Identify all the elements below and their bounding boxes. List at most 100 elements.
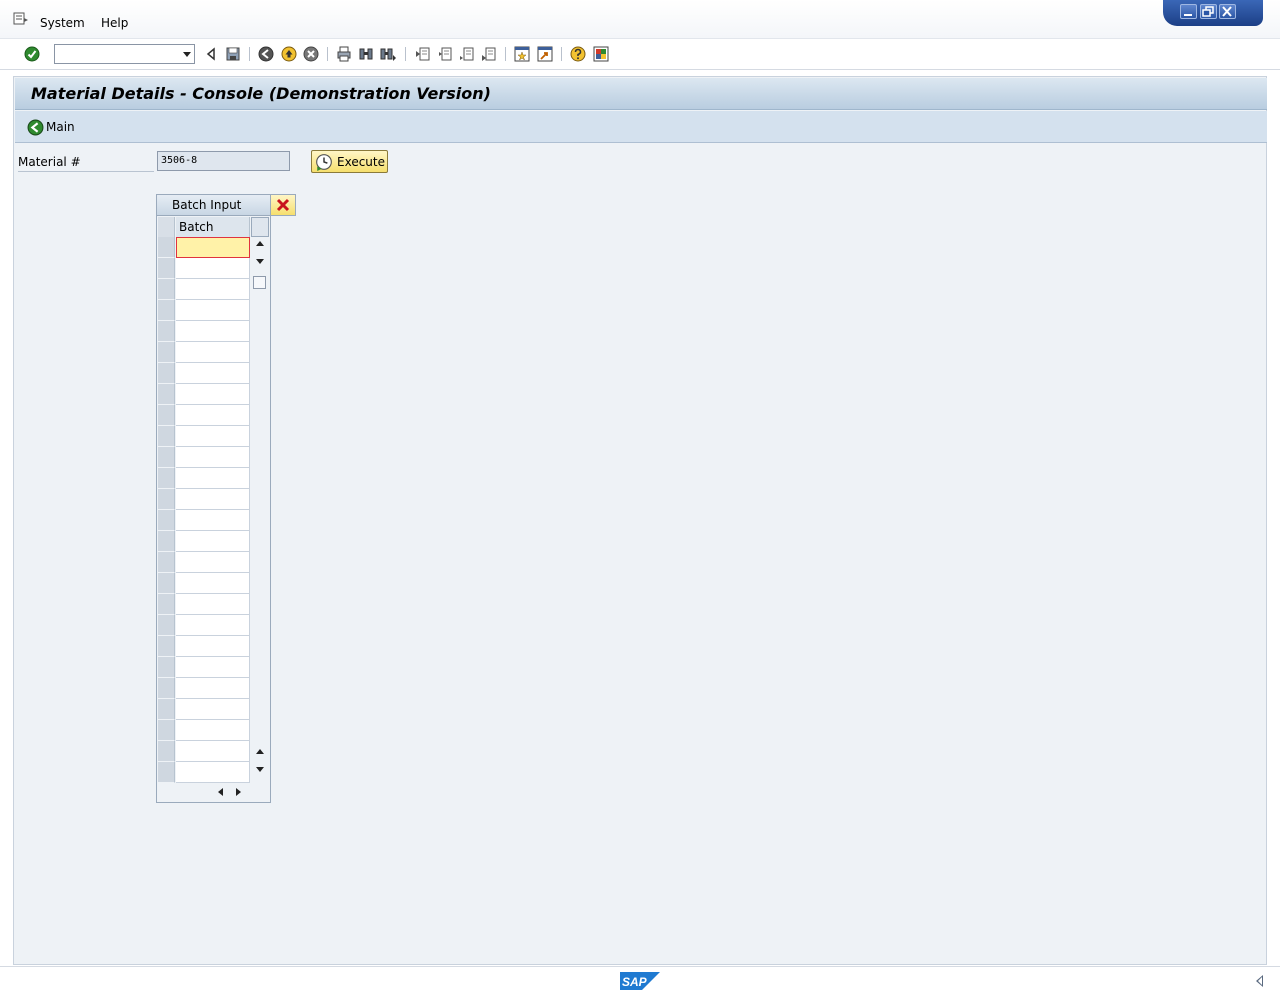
- row-selector[interactable]: [158, 510, 175, 531]
- help-icon[interactable]: [570, 46, 586, 62]
- row-selector[interactable]: [158, 531, 175, 552]
- create-session-icon[interactable]: [514, 46, 530, 62]
- menu-window-icon[interactable]: [13, 12, 29, 26]
- status-toggle-icon[interactable]: [1256, 975, 1263, 987]
- batch-cell[interactable]: [176, 552, 250, 573]
- shortcut-icon[interactable]: [537, 46, 553, 62]
- batch-cell[interactable]: [176, 363, 250, 384]
- batch-cell[interactable]: [176, 279, 250, 300]
- batch-cell[interactable]: [176, 678, 250, 699]
- back-icon[interactable]: [258, 46, 274, 62]
- batch-cell[interactable]: [176, 699, 250, 720]
- page-down-icon[interactable]: [256, 767, 264, 772]
- batch-cell[interactable]: [176, 510, 250, 531]
- row-selector[interactable]: [158, 363, 175, 384]
- horizontal-scrollbar[interactable]: [176, 784, 250, 801]
- scroll-right-icon[interactable]: [236, 788, 241, 796]
- delete-rows-button[interactable]: [270, 194, 296, 216]
- batch-cell[interactable]: [176, 468, 250, 489]
- row-selector[interactable]: [158, 636, 175, 657]
- save-icon[interactable]: [225, 46, 241, 62]
- row-selector[interactable]: [158, 762, 175, 783]
- close-button[interactable]: [1219, 4, 1236, 19]
- row-selector[interactable]: [158, 720, 175, 741]
- table-settings-button[interactable]: [251, 217, 269, 237]
- chevron-down-icon[interactable]: [183, 52, 191, 57]
- row-selector[interactable]: [158, 615, 175, 636]
- row-selector[interactable]: [158, 657, 175, 678]
- customize-layout-icon[interactable]: [593, 46, 609, 62]
- row-selector[interactable]: [158, 573, 175, 594]
- row-selector[interactable]: [158, 552, 175, 573]
- row-selector[interactable]: [158, 447, 175, 468]
- select-all-cell[interactable]: [158, 217, 175, 237]
- batch-cell[interactable]: [176, 489, 250, 510]
- batch-cell[interactable]: [176, 405, 250, 426]
- first-page-icon[interactable]: [415, 46, 431, 62]
- execute-button[interactable]: Execute: [311, 150, 388, 173]
- batch-cell[interactable]: [176, 741, 250, 762]
- row-selector[interactable]: [158, 678, 175, 699]
- batch-cell[interactable]: [176, 447, 250, 468]
- batch-cell[interactable]: [176, 636, 250, 657]
- column-header-batch[interactable]: Batch: [176, 217, 250, 237]
- batch-cell[interactable]: [176, 237, 250, 258]
- row-selector[interactable]: [158, 384, 175, 405]
- row-selector[interactable]: [158, 741, 175, 762]
- main-button[interactable]: Main: [27, 118, 75, 136]
- row-selector[interactable]: [158, 426, 175, 447]
- exit-icon[interactable]: [281, 46, 297, 62]
- row-selector[interactable]: [158, 237, 175, 258]
- batch-cell[interactable]: [176, 657, 250, 678]
- menu-system[interactable]: System: [40, 16, 85, 30]
- batch-cell[interactable]: [176, 258, 250, 279]
- batch-cell[interactable]: [176, 594, 250, 615]
- row-selector[interactable]: [158, 321, 175, 342]
- row-selector[interactable]: [158, 342, 175, 363]
- row-selector[interactable]: [158, 594, 175, 615]
- batch-cell[interactable]: [176, 426, 250, 447]
- next-page-icon[interactable]: [459, 46, 475, 62]
- row-selector[interactable]: [158, 279, 175, 300]
- batch-cell[interactable]: [176, 321, 250, 342]
- row-selector[interactable]: [158, 489, 175, 510]
- scroll-thumb[interactable]: [253, 276, 266, 289]
- material-label: Material #: [18, 154, 154, 172]
- restore-button[interactable]: [1200, 4, 1217, 19]
- minimize-icon: [1184, 14, 1192, 16]
- scroll-up-icon[interactable]: [256, 241, 264, 246]
- batch-cell[interactable]: [176, 615, 250, 636]
- close-icon: [1222, 6, 1232, 17]
- scroll-left-icon[interactable]: [218, 788, 223, 796]
- find-next-icon[interactable]: [380, 46, 396, 62]
- row-selector[interactable]: [158, 258, 175, 279]
- batch-cell[interactable]: [176, 762, 250, 783]
- row-selector[interactable]: [158, 300, 175, 321]
- table-row: [158, 237, 250, 258]
- last-page-icon[interactable]: [481, 46, 497, 62]
- row-selector[interactable]: [158, 405, 175, 426]
- scroll-down-icon[interactable]: [256, 259, 264, 264]
- command-field[interactable]: [54, 44, 195, 64]
- vertical-scrollbar[interactable]: [251, 237, 269, 783]
- find-icon[interactable]: [358, 46, 374, 62]
- row-selector[interactable]: [158, 699, 175, 720]
- table-row: [158, 678, 250, 699]
- previous-page-icon[interactable]: [437, 46, 453, 62]
- minimize-button[interactable]: [1180, 4, 1197, 19]
- enter-icon[interactable]: [24, 46, 40, 62]
- page-up-icon[interactable]: [256, 749, 264, 754]
- back-arrow-icon[interactable]: [203, 46, 219, 62]
- cancel-icon[interactable]: [303, 46, 319, 62]
- batch-cell[interactable]: [176, 300, 250, 321]
- batch-cell[interactable]: [176, 720, 250, 741]
- material-field[interactable]: 3506-8: [157, 151, 290, 171]
- batch-cell[interactable]: [176, 531, 250, 552]
- batch-cell[interactable]: [176, 573, 250, 594]
- row-selector[interactable]: [158, 468, 175, 489]
- menu-help[interactable]: Help: [101, 16, 128, 30]
- print-icon[interactable]: [336, 46, 352, 62]
- batch-cell[interactable]: [176, 384, 250, 405]
- batch-cell[interactable]: [176, 342, 250, 363]
- table-row: [158, 699, 250, 720]
